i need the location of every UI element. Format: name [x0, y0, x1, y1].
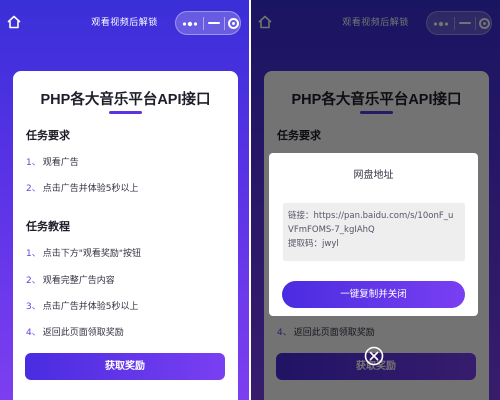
list-item: 2、观看完整广告内容 [26, 273, 115, 286]
modal-title: 网盘地址 [353, 170, 394, 181]
item-text: 观看广告 [42, 158, 79, 168]
left-screen: 观看视频后解锁 PHP各大音乐平台API接口 任务要求 1、 观看广告 2、 点击广… [0, 0, 249, 400]
item-text: 返回此页面领取奖励 [42, 328, 124, 338]
title-underline [109, 111, 142, 114]
list-item: 2、点击广告并体验5秒以上 [26, 181, 138, 194]
minimize-icon[interactable] [206, 12, 222, 34]
right-screen: 观看视频后解锁 PHP各大音乐平台API接口 任务要求 1、观看广告 2、点击广… [251, 0, 500, 400]
task-card: PHP各大音乐平台API接口 任务要求 1、观看广告 2、点击广告并体验5秒以上… [13, 71, 238, 400]
close-target-icon[interactable] [228, 18, 239, 29]
get-reward-button[interactable]: 获取奖励 [25, 353, 225, 380]
tutorial-heading: 任务教程 [26, 220, 70, 233]
mini-program-capsule [175, 11, 241, 35]
close-circle-icon[interactable] [364, 346, 384, 366]
card-title: PHP各大音乐平台API接口 [40, 92, 211, 108]
list-item: 3、点击广告并体验5秒以上 [26, 299, 138, 312]
item-number: 1、 [26, 158, 41, 168]
item-number: 1、 [26, 249, 41, 259]
capsule-divider [203, 17, 204, 30]
item-text: 点击下方"观看奖励"按钮 [42, 249, 142, 259]
list-item: 4、返回此页面领取奖励 [26, 325, 124, 338]
netdisk-modal: 网盘地址 链接：https://pan.baidu.com/s/10onF_u … [269, 153, 478, 316]
item-number: 2、 [26, 184, 41, 194]
list-item: 1、观看广告 [26, 155, 79, 168]
link-box: 链接：https://pan.baidu.com/s/10onF_u VFmFO… [283, 203, 465, 261]
item-text: 观看完整广告内容 [42, 276, 115, 286]
requirements-heading: 任务要求 [26, 129, 70, 142]
extract-code: 提取码：jwyl [288, 239, 339, 249]
list-item: 1、点击下方"观看奖励"按钮 [26, 246, 141, 259]
more-dots-icon[interactable] [182, 21, 198, 27]
item-number: 4、 [26, 328, 41, 338]
link-line: 链接：https://pan.baidu.com/s/10onF_u [288, 211, 454, 221]
item-number: 2、 [26, 276, 41, 286]
link-line: VFmFOMS-7_kgIAhQ [288, 225, 375, 235]
copy-and-close-button[interactable]: 一键复制并关闭 [282, 281, 465, 308]
item-text: 点击广告并体验5秒以上 [42, 184, 139, 194]
item-number: 3、 [26, 302, 41, 312]
capsule-divider [224, 17, 225, 30]
item-text: 点击广告并体验5秒以上 [42, 302, 139, 312]
top-bar: 观看视频后解锁 [0, 0, 249, 44]
